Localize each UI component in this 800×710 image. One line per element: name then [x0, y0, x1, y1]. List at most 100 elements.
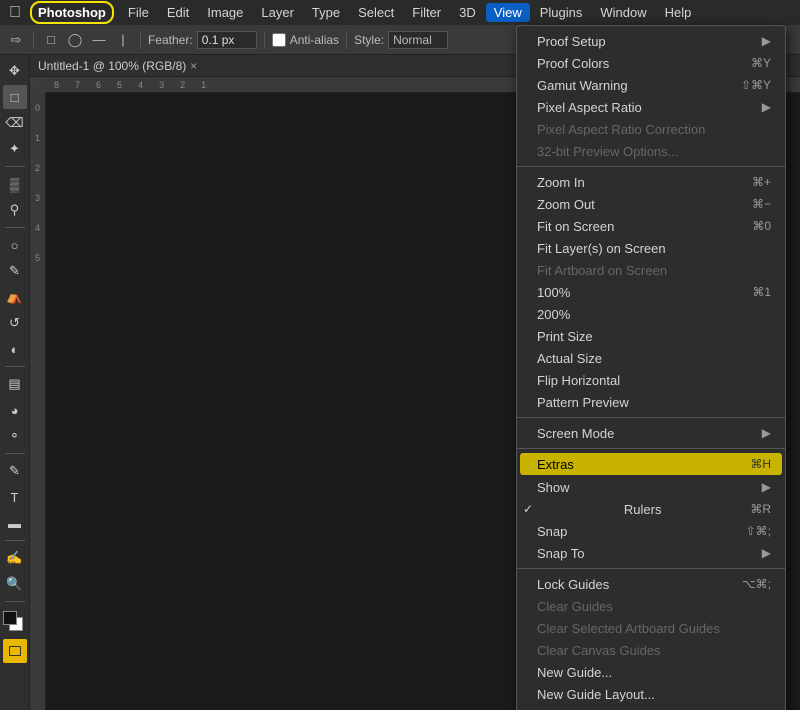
menu-item-label: Zoom In — [537, 175, 585, 190]
menu-item-lock-guides[interactable]: Lock Guides⌥⌘; — [517, 573, 785, 595]
menu-item-zoom-in[interactable]: Zoom In ⌘+ — [517, 171, 785, 193]
move-tool[interactable]: ✥ — [3, 59, 27, 83]
menu-bar:  Photoshop File Edit Image Layer Type S… — [0, 0, 800, 25]
menu-item-label: 200% — [537, 307, 570, 322]
hand-tool[interactable]: ✍ — [3, 546, 27, 570]
menu-item-label: Print Size — [537, 329, 593, 344]
marquee-tool[interactable]: □ — [3, 85, 27, 109]
menu-separator — [517, 417, 785, 418]
menu-edit[interactable]: Edit — [159, 3, 197, 22]
brush-tool[interactable]: ✎ — [3, 259, 27, 283]
app-name[interactable]: Photoshop — [30, 1, 114, 24]
menu-item-flip-horizontal[interactable]: Flip Horizontal — [517, 369, 785, 391]
menu-item-actual-size[interactable]: Actual Size — [517, 347, 785, 369]
menu-window[interactable]: Window — [592, 3, 654, 22]
antialias-checkbox[interactable] — [272, 33, 286, 47]
canvas-tab-close[interactable]: × — [190, 59, 197, 73]
menu-item-clear-guides: Clear Guides — [517, 595, 785, 617]
feather-label: Feather: — [148, 33, 193, 47]
menu-plugins[interactable]: Plugins — [532, 3, 591, 22]
menu-item-pattern-preview[interactable]: Pattern Preview — [517, 391, 785, 413]
menu-item-100-[interactable]: 100%⌘1 — [517, 281, 785, 303]
menu-item-label: New Guide Layout... — [537, 687, 655, 702]
text-tool[interactable]: T — [3, 485, 27, 509]
history-brush-tool[interactable]: ↺ — [3, 311, 27, 335]
menu-item-pixel-aspect-ratio[interactable]: Pixel Aspect Ratio▶ — [517, 96, 785, 118]
tool-separator5 — [5, 540, 25, 541]
menu-item-label: 32-bit Preview Options... — [537, 144, 679, 159]
menu-item-new-guide---[interactable]: New Guide... — [517, 661, 785, 683]
menu-item-screen-mode[interactable]: Screen Mode▶ — [517, 422, 785, 444]
menu-3d[interactable]: 3D — [451, 3, 484, 22]
menu-type[interactable]: Type — [304, 3, 348, 22]
menu-filter[interactable]: Filter — [404, 3, 449, 22]
menu-item-snap[interactable]: Snap⇧⌘; — [517, 520, 785, 542]
eyedropper-tool[interactable]: ⚲ — [3, 198, 27, 222]
style-label: Style: — [354, 33, 384, 47]
shape-tool[interactable]: ▬ — [3, 511, 27, 535]
menu-view[interactable]: View — [486, 3, 530, 22]
menu-item-gamut-warning[interactable]: Gamut Warning⇧⌘Y — [517, 74, 785, 96]
single-row-icon[interactable]: ― — [89, 30, 109, 50]
menu-separator — [517, 166, 785, 167]
crop-tool[interactable]: ▒ — [3, 172, 27, 196]
menu-image[interactable]: Image — [199, 3, 251, 22]
menu-item-label: Lock Guides — [537, 577, 609, 592]
clone-tool[interactable]: ⛺ — [3, 285, 27, 309]
gradient-tool[interactable]: ▤ — [3, 372, 27, 396]
apple-menu[interactable]:  — [4, 2, 26, 24]
menu-shortcut: ⌘H — [750, 457, 771, 471]
menu-item-proof-setup[interactable]: Proof Setup▶ — [517, 30, 785, 52]
healing-tool[interactable]: ○ — [3, 233, 27, 257]
style-value[interactable]: Normal — [388, 31, 448, 49]
menu-shortcut: ⌘− — [752, 197, 771, 211]
dodge-tool[interactable]: ⚬ — [3, 424, 27, 448]
menu-item-label: Zoom Out — [537, 197, 595, 212]
blur-tool[interactable]: ◕ — [3, 398, 27, 422]
magic-wand-tool[interactable]: ✦ — [3, 137, 27, 161]
menu-item-new-guide-layout---[interactable]: New Guide Layout... — [517, 683, 785, 705]
menu-shortcut: ⌘0 — [752, 219, 771, 233]
lasso-tool[interactable]: ⌫ — [3, 111, 27, 135]
menu-item-label: Extras — [537, 457, 574, 472]
color-swatches[interactable] — [3, 611, 27, 635]
menu-item-fit-on-screen[interactable]: Fit on Screen⌘0 — [517, 215, 785, 237]
menu-item-label: Pixel Aspect Ratio — [537, 100, 642, 115]
separator3 — [264, 31, 265, 49]
foreground-color-swatch[interactable] — [3, 611, 17, 625]
feather-input[interactable] — [197, 31, 257, 49]
pen-tool[interactable]: ✎ — [3, 459, 27, 483]
menu-layer[interactable]: Layer — [253, 3, 302, 22]
tool-separator — [5, 166, 25, 167]
view-menu-dropdown[interactable]: Proof Setup▶Proof Colors⌘YGamut Warning⇧… — [516, 25, 786, 710]
menu-item-fit-layer-s--on-screen[interactable]: Fit Layer(s) on Screen — [517, 237, 785, 259]
menu-item-pixel-aspect-ratio-correction: Pixel Aspect Ratio Correction — [517, 118, 785, 140]
menu-item-proof-colors[interactable]: Proof Colors⌘Y — [517, 52, 785, 74]
menu-shortcut: ⌘+ — [752, 175, 771, 189]
eraser-tool[interactable]: ◐ — [3, 337, 27, 361]
menu-item-show[interactable]: Show▶ — [517, 476, 785, 498]
ellipse-marquee-icon[interactable]: ◯ — [65, 30, 85, 50]
move-tool-icon[interactable]: ⇨ — [6, 30, 26, 50]
zoom-tool[interactable]: 🔍 — [3, 572, 27, 596]
tool-separator2 — [5, 227, 25, 228]
menu-item-extras[interactable]: Extras ⌘H — [520, 453, 782, 475]
menu-item-label: Rulers — [624, 502, 662, 517]
menu-select[interactable]: Select — [350, 3, 402, 22]
menu-item-label: Clear Guides — [537, 599, 613, 614]
menu-item-snap-to[interactable]: Snap To▶ — [517, 542, 785, 564]
menu-item-200-[interactable]: 200% — [517, 303, 785, 325]
menu-help[interactable]: Help — [657, 3, 700, 22]
quick-mask-icon[interactable] — [3, 639, 27, 663]
single-col-icon[interactable]: | — [113, 30, 133, 50]
menu-item-label: 100% — [537, 285, 570, 300]
menu-item-label: Fit Layer(s) on Screen — [537, 241, 666, 256]
menu-item-print-size[interactable]: Print Size — [517, 325, 785, 347]
menu-item-label: Snap — [537, 524, 567, 539]
tool-separator3 — [5, 366, 25, 367]
rect-marquee-icon[interactable]: □ — [41, 30, 61, 50]
menu-file[interactable]: File — [120, 3, 157, 22]
menu-item-rulers[interactable]: Rulers⌘R — [517, 498, 785, 520]
separator2 — [140, 31, 141, 49]
menu-item-zoom-out[interactable]: Zoom Out ⌘− — [517, 193, 785, 215]
